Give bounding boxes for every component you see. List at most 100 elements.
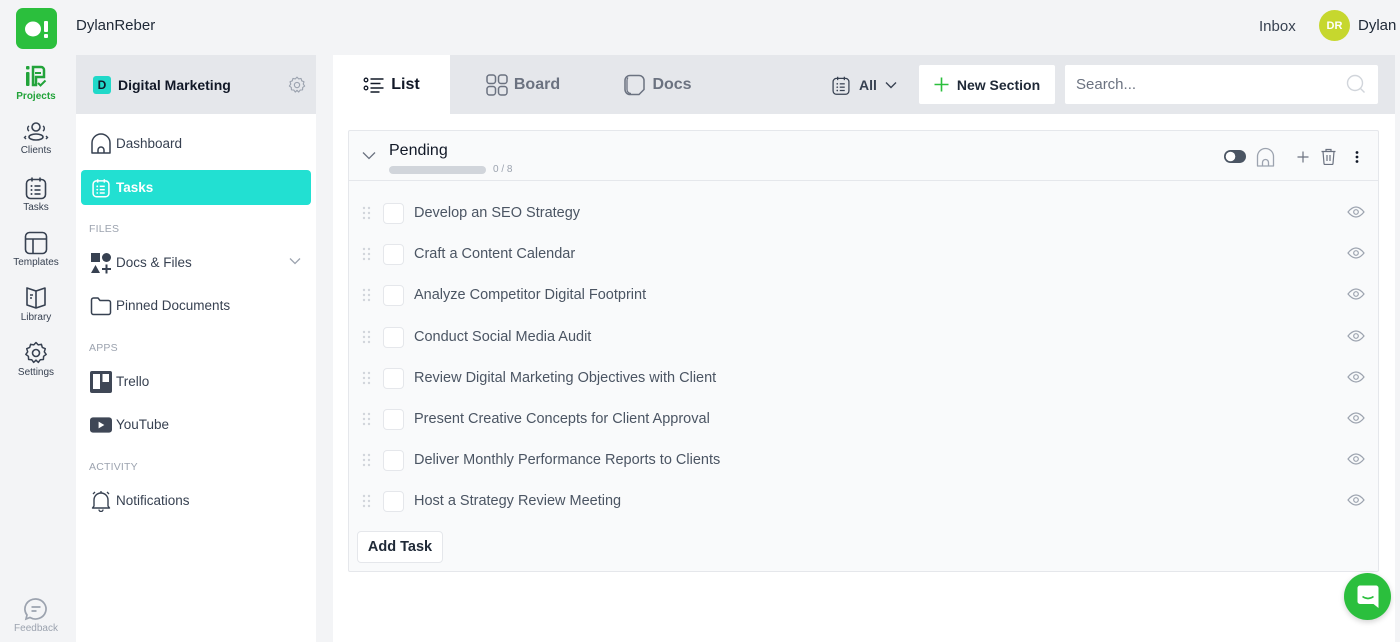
task-title[interactable]: Conduct Social Media Audit (414, 329, 591, 345)
eye-icon[interactable] (1347, 288, 1365, 300)
rail-label: Tasks (23, 202, 49, 213)
trash-icon (1321, 148, 1336, 165)
add-task-button[interactable]: Add Task (357, 531, 443, 563)
page-scrollbar[interactable] (1395, 55, 1400, 642)
drag-handle-icon[interactable] (362, 494, 371, 508)
sidebar-item-label: Pinned Documents (116, 298, 231, 313)
top-bar: DylanReber Inbox DR Dylan (0, 0, 1400, 55)
task-checkbox[interactable] (383, 285, 404, 307)
drag-handle-icon[interactable] (362, 288, 371, 302)
task-checkbox[interactable] (383, 491, 404, 513)
task-row: Develop an SEO Strategy (349, 193, 1378, 234)
eye-icon[interactable] (1347, 247, 1365, 259)
drag-handle-icon[interactable] (362, 247, 371, 261)
new-section-button[interactable]: New Section (919, 65, 1055, 104)
bell-icon (90, 490, 112, 512)
tab-label: Docs (652, 75, 692, 93)
youtube-icon (90, 414, 112, 436)
task-checkbox[interactable] (383, 326, 404, 348)
rail-item-feedback[interactable]: Feedback (0, 597, 72, 642)
eye-icon[interactable] (1347, 453, 1365, 465)
board-icon (486, 73, 508, 96)
task-filter-select[interactable]: All (831, 72, 897, 98)
drag-handle-icon[interactable] (362, 206, 371, 220)
settings-icon (25, 341, 47, 364)
sidebar-item-youtube[interactable]: YouTube (81, 407, 311, 442)
tab-docs[interactable]: Docs (608, 55, 708, 114)
docs-icon (624, 74, 646, 96)
project-name[interactable]: Digital Marketing (118, 77, 231, 93)
task-checkbox[interactable] (383, 450, 404, 472)
search-box (1065, 65, 1378, 104)
home-icon (90, 132, 112, 155)
sidebar-item-docs-files[interactable]: Docs & Files (81, 245, 311, 280)
rail-item-library[interactable]: Library (0, 286, 72, 336)
sidebar-item-tasks[interactable]: Tasks (81, 170, 311, 205)
project-settings-button[interactable] (288, 76, 306, 94)
chat-support-button[interactable] (1344, 573, 1391, 620)
section-more-button[interactable] (1355, 151, 1359, 163)
progress-count: 0 / 8 (493, 164, 513, 175)
search-input[interactable] (1065, 65, 1335, 104)
search-icon[interactable] (1346, 74, 1366, 94)
task-title[interactable]: Craft a Content Calendar (414, 246, 575, 262)
section-visibility-toggle[interactable] (1224, 150, 1246, 163)
sidebar-item-trello[interactable]: Trello (81, 364, 311, 399)
collapse-section-button[interactable] (362, 151, 376, 160)
task-title[interactable]: Host a Strategy Review Meeting (414, 493, 621, 509)
sidebar-item-pinned-documents[interactable]: Pinned Documents (81, 288, 311, 323)
task-checkbox[interactable] (383, 409, 404, 430)
rail-item-settings[interactable]: Settings (0, 341, 72, 391)
task-title[interactable]: Develop an SEO Strategy (414, 205, 580, 221)
workspace-name[interactable]: DylanReber (76, 17, 155, 34)
task-title[interactable]: Present Creative Concepts for Client App… (414, 411, 710, 427)
rail-item-tasks[interactable]: Tasks (0, 176, 72, 226)
drag-handle-icon[interactable] (362, 412, 371, 426)
delete-section-button[interactable] (1321, 148, 1336, 165)
eye-icon[interactable] (1347, 330, 1365, 342)
inbox-link[interactable]: Inbox (1259, 18, 1296, 35)
project-sidebar: D Digital Marketing Dashboard Tasks FILE… (76, 55, 316, 642)
new-section-label: New Section (956, 76, 1041, 93)
tab-list[interactable]: List (333, 55, 450, 114)
task-checkbox[interactable] (383, 203, 404, 224)
task-checkbox[interactable] (383, 244, 404, 266)
eye-icon[interactable] (1347, 494, 1365, 506)
rail-label: Library (20, 312, 52, 323)
drag-handle-icon[interactable] (362, 330, 371, 344)
rail-item-clients[interactable]: Clients (0, 121, 72, 171)
task-title[interactable]: Review Digital Marketing Objectives with… (414, 370, 716, 386)
files-section-label: FILES (89, 223, 120, 235)
section-home-button[interactable] (1256, 147, 1275, 167)
rail-item-templates[interactable]: Templates (0, 231, 72, 281)
rail-label: Settings (17, 367, 55, 378)
eye-icon[interactable] (1347, 412, 1365, 424)
task-row: Analyze Competitor Digital Footprint (349, 275, 1378, 316)
chevron-down-icon[interactable] (289, 257, 301, 265)
rail-label: Clients (20, 145, 52, 156)
sidebar-item-notifications[interactable]: Notifications (81, 483, 311, 518)
user-avatar[interactable]: DR (1319, 10, 1350, 41)
drag-handle-icon[interactable] (362, 453, 371, 467)
rail-item-projects[interactable]: Projects (0, 65, 72, 115)
task-checkbox[interactable] (383, 367, 404, 389)
drag-handle-icon[interactable] (362, 371, 371, 385)
task-title[interactable]: Analyze Competitor Digital Footprint (414, 287, 646, 303)
tab-label: List (391, 75, 420, 93)
tab-board[interactable]: Board (473, 55, 573, 114)
eye-icon[interactable] (1347, 206, 1365, 218)
sidebar-item-label: Dashboard (116, 136, 183, 151)
trello-icon (90, 370, 112, 393)
task-title[interactable]: Deliver Monthly Performance Reports to C… (414, 452, 720, 468)
eye-icon[interactable] (1347, 371, 1365, 383)
app-logo[interactable] (16, 8, 57, 49)
section-title[interactable]: Pending (389, 142, 448, 160)
task-section-pending: Pending 0 / 8 Develop an SEO Strategy Cr… (348, 130, 1379, 572)
tasks-icon (25, 177, 47, 200)
sidebar-item-dashboard[interactable]: Dashboard (81, 126, 311, 161)
main-panel: List Board Docs All New Section Search..… (333, 55, 1395, 642)
clients-icon (23, 122, 49, 141)
add-task-icon-button[interactable] (1297, 151, 1309, 163)
activity-section-label: ACTIVITY (89, 461, 138, 473)
user-name[interactable]: Dylan (1358, 17, 1396, 34)
